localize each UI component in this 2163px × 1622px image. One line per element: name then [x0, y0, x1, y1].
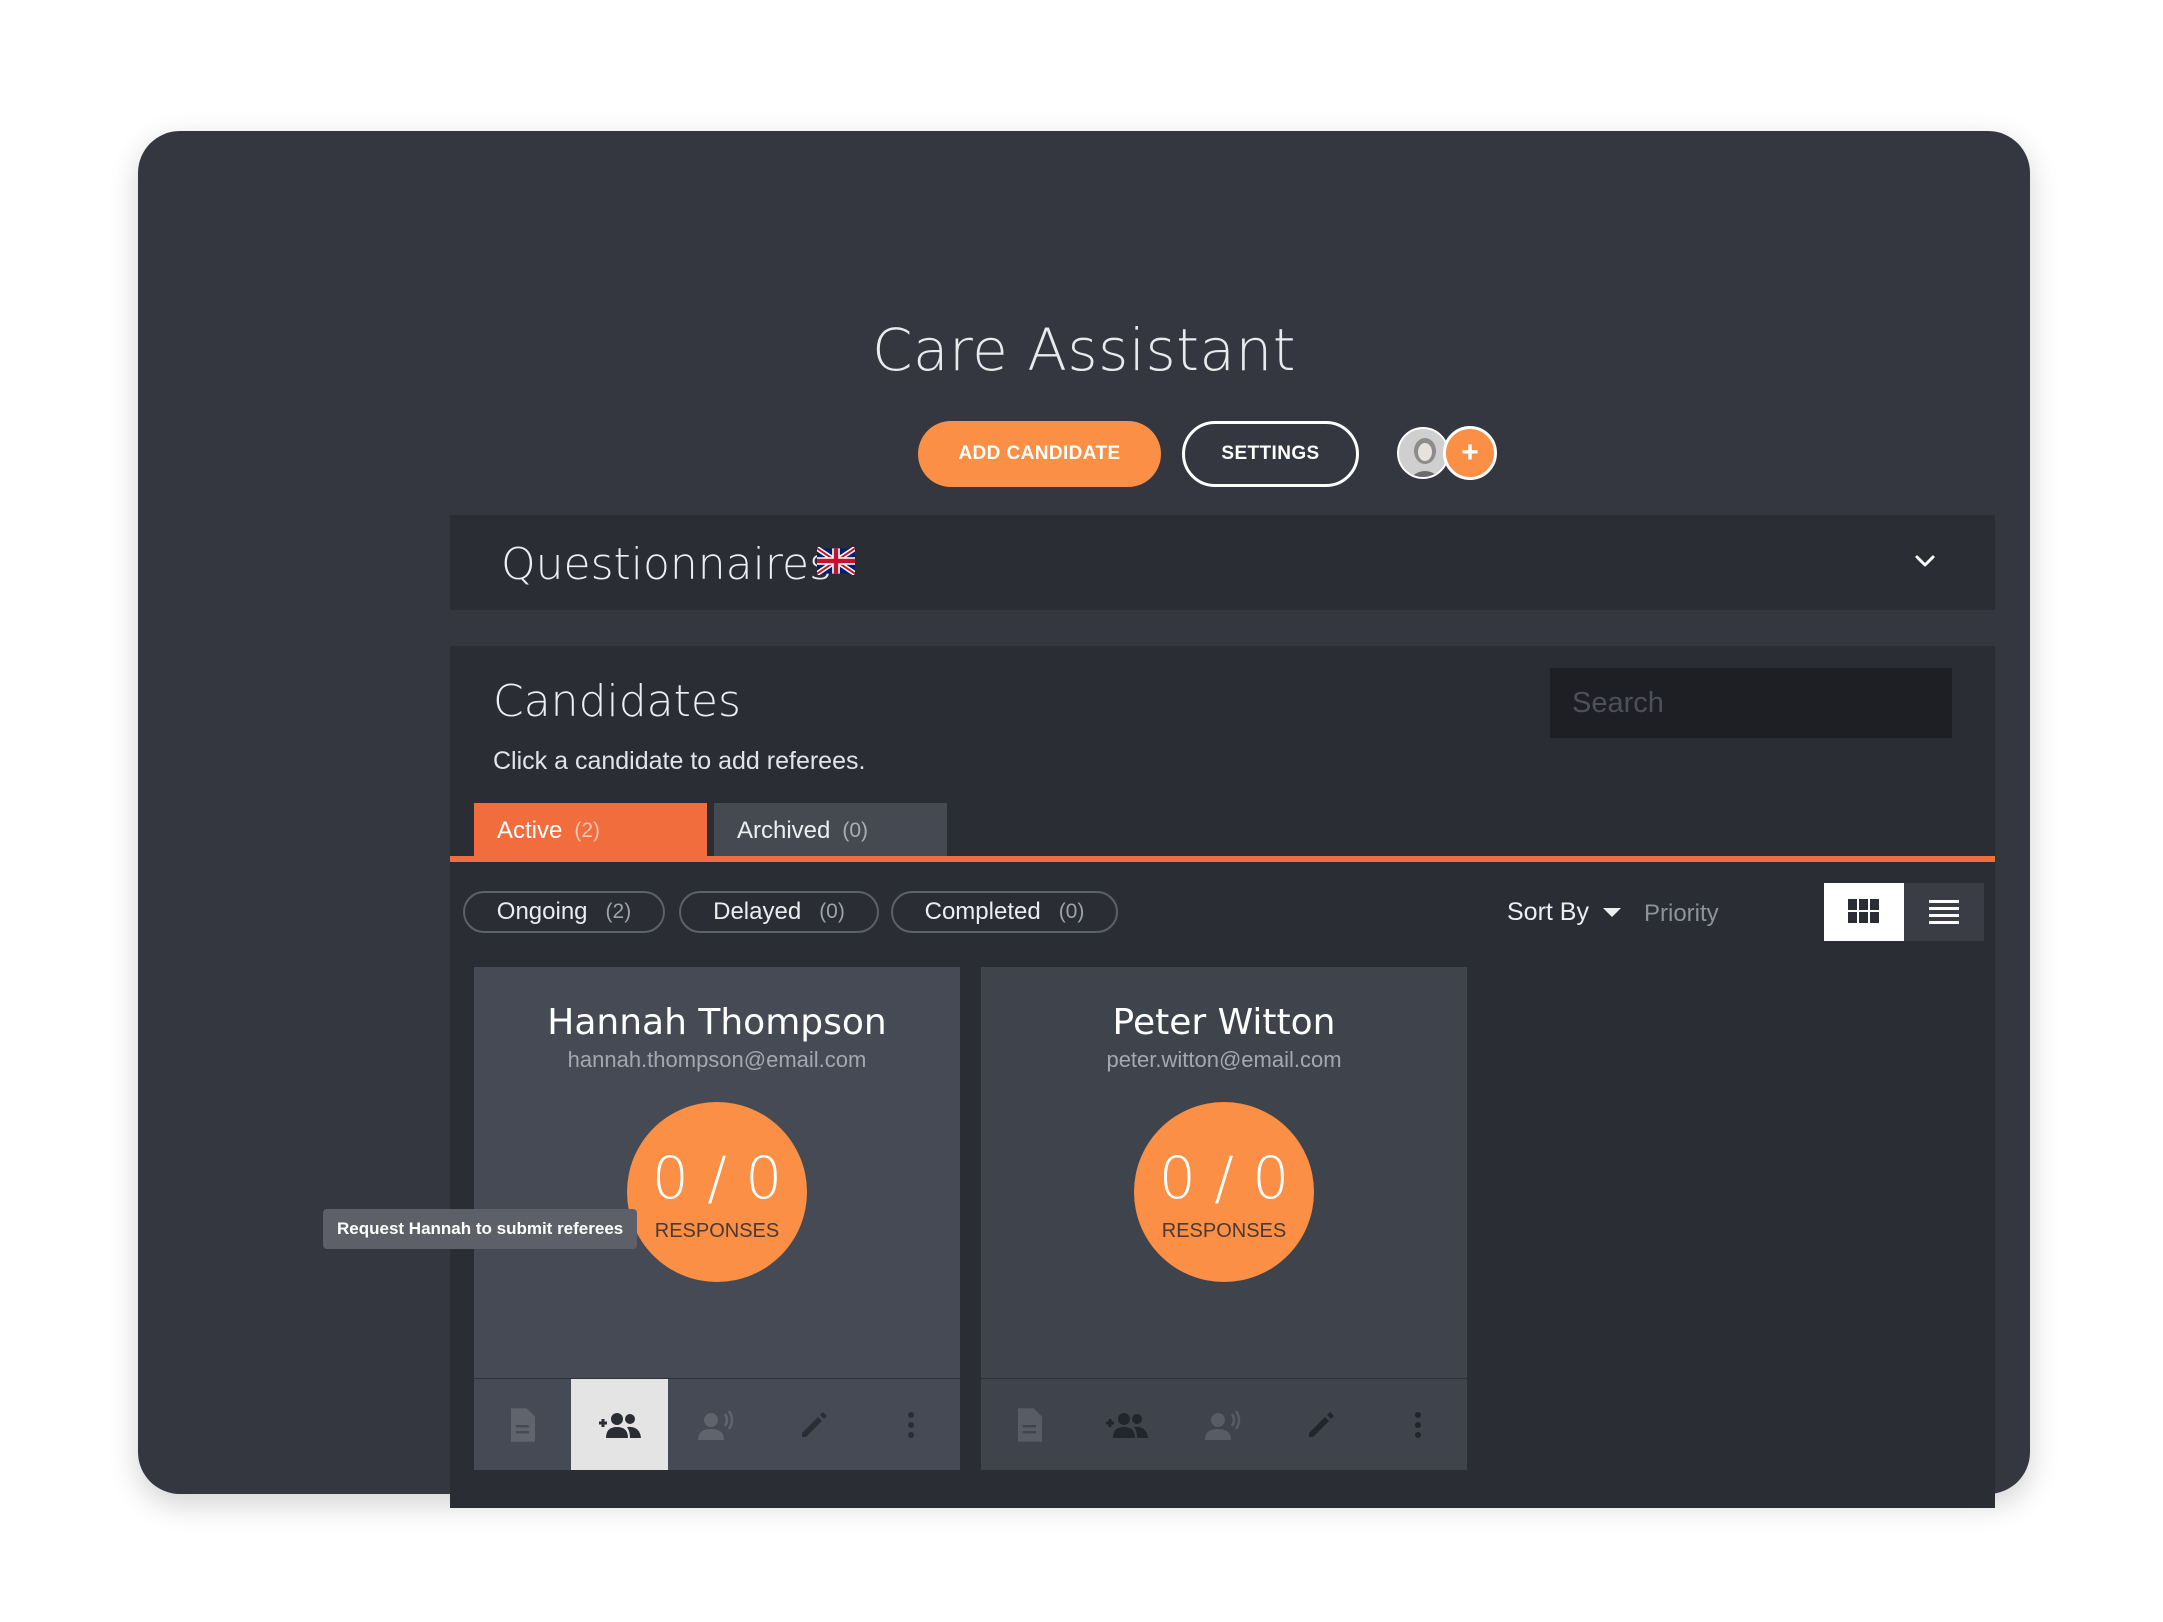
- questionnaires-title: Questionnaires: [501, 539, 832, 590]
- add-group-icon: [598, 1412, 641, 1438]
- speaking-person-icon: [698, 1409, 734, 1440]
- more-vertical-icon: [1415, 1411, 1422, 1438]
- candidate-name: Peter Witton: [1112, 1002, 1336, 1043]
- filter-count: (0): [1058, 900, 1085, 923]
- filter-label: Completed: [924, 898, 1041, 925]
- card-actions: [981, 1378, 1467, 1470]
- tab-underline: [450, 856, 1995, 862]
- filter-count: (2): [605, 900, 632, 923]
- avatar[interactable]: [1397, 427, 1449, 479]
- page-title: Care Assistant: [872, 316, 1296, 384]
- list-icon: [1929, 900, 1959, 924]
- sort-dropdown[interactable]: Sort By: [1507, 898, 1621, 927]
- sort-value[interactable]: Priority: [1644, 900, 1719, 928]
- filter-label: Delayed: [713, 898, 802, 925]
- chevron-down-icon[interactable]: [1911, 547, 1939, 575]
- candidate-email: hannah.thompson@email.com: [567, 1047, 867, 1072]
- add-group-icon: [1105, 1412, 1148, 1438]
- edit-button[interactable]: [1273, 1379, 1370, 1470]
- more-options-button[interactable]: [863, 1379, 960, 1470]
- tab-count: (0): [842, 818, 869, 842]
- tab-archived[interactable]: Archived (0): [714, 803, 947, 858]
- plus-icon: +: [1461, 436, 1479, 469]
- user-avatar-icon: [1399, 429, 1447, 477]
- filter-count: (0): [819, 900, 845, 923]
- grid-icon: [1848, 899, 1879, 923]
- card-actions: [474, 1378, 960, 1470]
- responses-badge: 0 / 0 RESPONSES: [627, 1102, 807, 1282]
- responses-label: RESPONSES: [654, 1220, 780, 1242]
- questionnaires-panel[interactable]: Questionnaires: [450, 515, 1995, 610]
- document-icon: [1017, 1407, 1042, 1442]
- pencil-icon: [802, 1411, 828, 1437]
- filter-ongoing[interactable]: Ongoing (2): [463, 891, 665, 933]
- voice-reference-button[interactable]: [668, 1379, 765, 1470]
- responses-label: RESPONSES: [1161, 1220, 1287, 1242]
- edit-button[interactable]: [766, 1379, 863, 1470]
- search-input[interactable]: [1550, 668, 1952, 738]
- candidate-email: peter.witton@email.com: [1106, 1047, 1342, 1072]
- document-icon: [510, 1407, 535, 1442]
- view-document-button[interactable]: [474, 1379, 571, 1470]
- tab-count: (2): [574, 818, 601, 842]
- settings-button[interactable]: SETTINGS: [1182, 421, 1359, 487]
- speaking-person-icon: [1205, 1409, 1241, 1440]
- grid-view-button[interactable]: [1824, 883, 1904, 941]
- sort-label: Sort By: [1507, 898, 1589, 926]
- filter-label: Ongoing: [496, 898, 588, 925]
- filter-completed[interactable]: Completed (0): [891, 891, 1118, 933]
- list-view-button[interactable]: [1904, 883, 1984, 941]
- responses-count: 0 / 0: [1158, 1144, 1290, 1212]
- add-member-button[interactable]: +: [1443, 426, 1497, 480]
- add-candidate-button[interactable]: ADD CANDIDATE: [918, 421, 1161, 487]
- request-referees-button[interactable]: [1078, 1379, 1175, 1470]
- candidates-panel: Candidates Click a candidate to add refe…: [450, 646, 1995, 1508]
- more-options-button[interactable]: [1370, 1379, 1467, 1470]
- request-referees-button[interactable]: [571, 1379, 669, 1470]
- caret-down-icon: [1602, 908, 1621, 917]
- view-document-button[interactable]: [981, 1379, 1078, 1470]
- more-vertical-icon: [908, 1411, 915, 1438]
- candidate-card[interactable]: Peter Witton peter.witton@email.com 0 / …: [981, 967, 1467, 1470]
- responses-badge: 0 / 0 RESPONSES: [1134, 1102, 1314, 1282]
- candidates-subtitle: Click a candidate to add referees.: [493, 747, 866, 775]
- tab-label: Active: [497, 816, 563, 844]
- tab-label: Archived: [737, 816, 831, 844]
- candidates-title: Candidates: [493, 676, 741, 727]
- uk-flag-icon: [817, 547, 855, 575]
- candidate-name: Hannah Thompson: [547, 1002, 887, 1043]
- tab-active[interactable]: Active (2): [474, 803, 707, 858]
- app-window: Care Assistant ADD CANDIDATE SETTINGS + …: [138, 131, 2030, 1508]
- filter-delayed[interactable]: Delayed (0): [679, 891, 879, 933]
- voice-reference-button[interactable]: [1175, 1379, 1272, 1470]
- pencil-icon: [1309, 1411, 1335, 1437]
- responses-count: 0 / 0: [651, 1144, 783, 1212]
- request-referees-tooltip: Request Hannah to submit referees: [323, 1209, 638, 1249]
